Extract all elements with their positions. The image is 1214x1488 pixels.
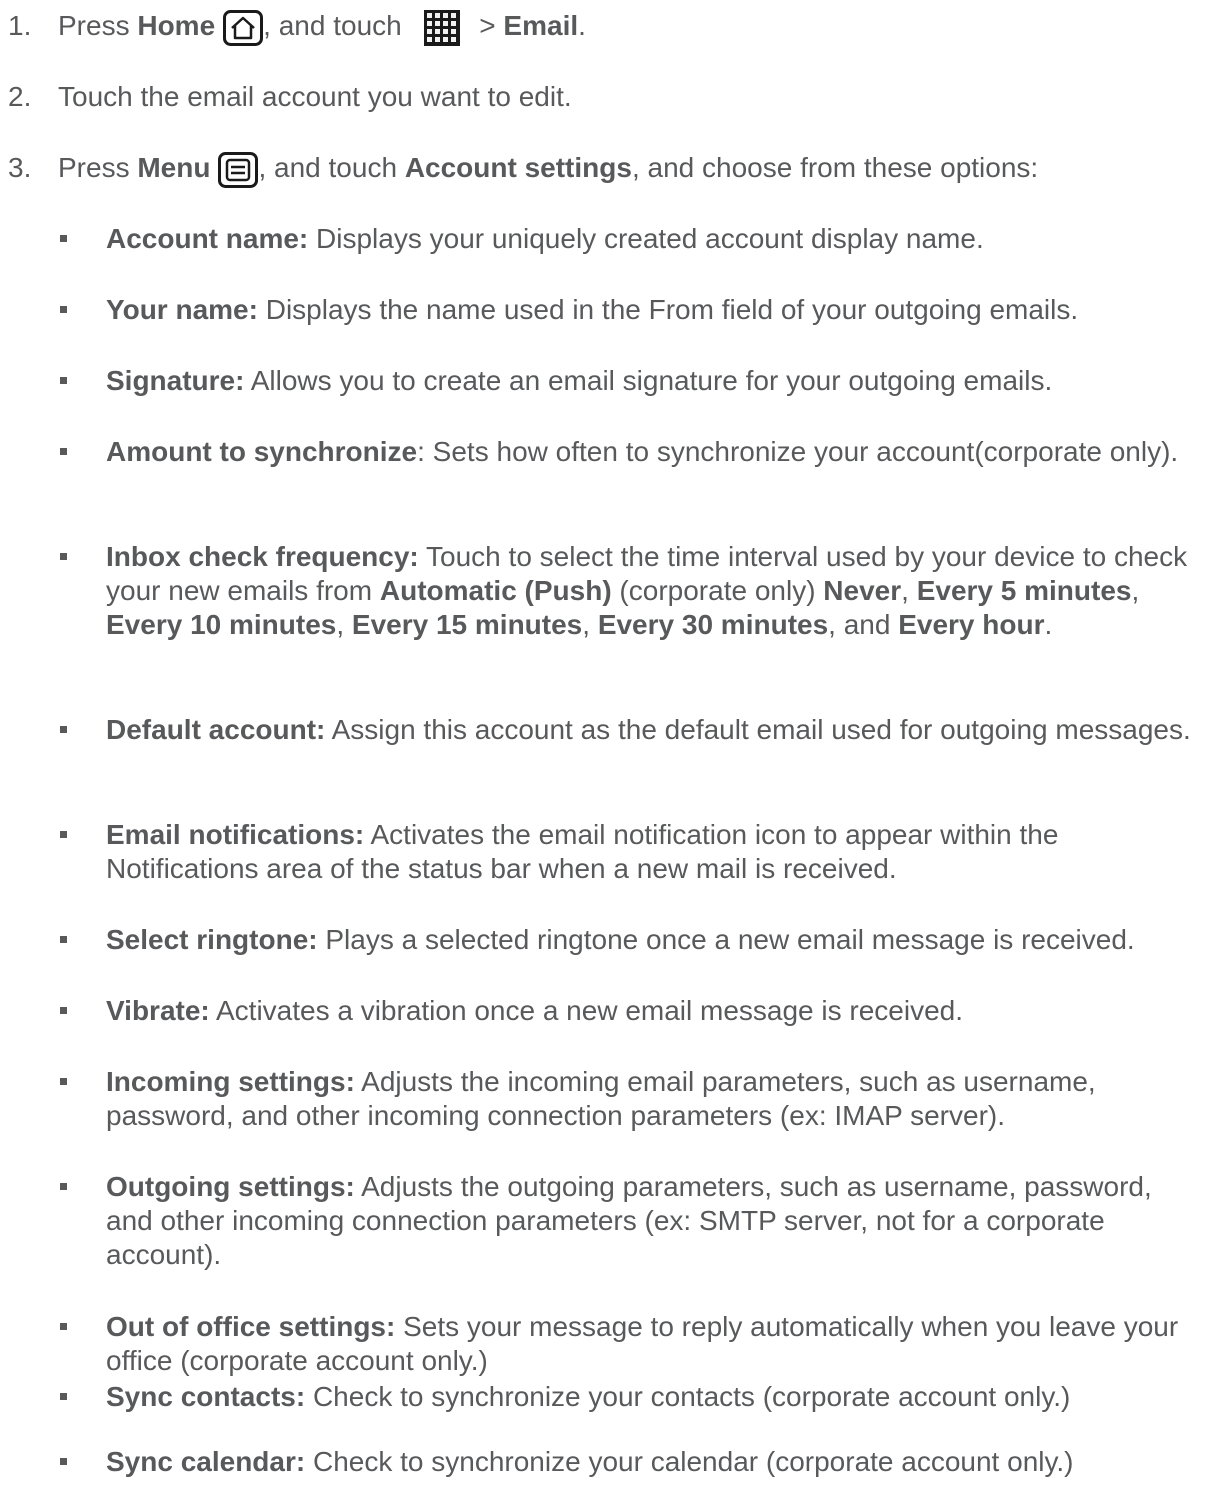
- option-select-ringtone: Select ringtone: Plays a selected ringto…: [58, 923, 1198, 957]
- step-3: 3. Press Menu , and touch Account settings…: [0, 151, 1200, 188]
- option-term: Signature:: [106, 365, 245, 396]
- home-key-label: Home: [137, 10, 216, 41]
- option-description: (corporate only): [611, 575, 824, 606]
- step-text: Press: [58, 152, 138, 183]
- option-vibrate: Vibrate: Activates a vibration once a ne…: [58, 994, 1198, 1028]
- email-app-label: Email: [503, 10, 579, 41]
- option-your-name: Your name: Displays the name used in the…: [58, 293, 1198, 327]
- option-incoming-settings: Incoming settings: Adjusts the incoming …: [58, 1065, 1198, 1133]
- step-text: , and touch: [263, 10, 410, 41]
- bullet-marker: [60, 1323, 67, 1330]
- option-description: Displays your uniquely created account d…: [308, 223, 984, 254]
- step-text: >: [471, 10, 504, 41]
- option-term: Your name:: [106, 294, 258, 325]
- bullet-marker: [60, 1393, 67, 1400]
- option-term: Default account:: [106, 714, 326, 745]
- option-description: , and: [828, 609, 899, 640]
- option-inbox-check-frequency: Inbox check frequency: Touch to select t…: [58, 540, 1198, 642]
- menu-icon: [218, 151, 259, 188]
- step-number: 1.: [8, 10, 32, 41]
- step-text: , and touch: [258, 152, 405, 183]
- option-description: ,: [1131, 575, 1140, 606]
- bullet-marker: [60, 831, 67, 838]
- option-description: Check to synchronize your contacts (corp…: [305, 1381, 1071, 1412]
- step-2: 2. Touch the email account you want to ed…: [0, 80, 1200, 114]
- bullet-marker: [60, 1183, 67, 1190]
- bullet-marker: [60, 235, 67, 242]
- bullet-marker: [60, 726, 67, 733]
- home-icon: [223, 9, 264, 46]
- step-text: , and choose from these options:: [631, 152, 1039, 183]
- option-term: Select ringtone:: [106, 924, 318, 955]
- instruction-document: 1. Press Home , and touch > Email. 2. Touch…: [0, 0, 1214, 1488]
- option-description: Assign this account as the default email…: [325, 714, 1191, 745]
- bullet-marker: [60, 1007, 67, 1014]
- bullet-marker: [60, 553, 67, 560]
- option-term: Inbox check frequency:: [106, 541, 419, 572]
- step-text: .: [578, 10, 586, 41]
- frequency-value: Every 15 minutes: [351, 609, 583, 640]
- option-term: Vibrate:: [106, 995, 210, 1026]
- option-description: Allows you to create an email signature …: [244, 365, 1053, 396]
- step-number: 3.: [8, 152, 32, 183]
- option-default-account: Default account: Assign this account as …: [58, 713, 1198, 747]
- option-description: ,: [901, 575, 917, 606]
- option-outgoing-settings: Outgoing settings: Adjusts the outgoing …: [58, 1170, 1198, 1272]
- option-term: Incoming settings:: [106, 1066, 355, 1097]
- option-amount-to-synchronize: Amount to synchronize: Sets how often to…: [58, 435, 1198, 469]
- option-term: Out of office settings:: [106, 1311, 396, 1342]
- frequency-value: Automatic (Push): [379, 575, 612, 606]
- apps-grid-icon: [423, 9, 460, 46]
- frequency-value: Every 10 minutes: [106, 609, 337, 640]
- option-description: ,: [582, 609, 598, 640]
- frequency-value: Never: [823, 575, 902, 606]
- option-term: Sync calendar:: [106, 1446, 306, 1477]
- option-description: Check to synchronize your calendar (corp…: [305, 1446, 1074, 1477]
- bullet-marker: [60, 448, 67, 455]
- step-text: Press: [58, 10, 138, 41]
- account-settings-label: Account settings: [404, 152, 632, 183]
- frequency-value: Every 30 minutes: [597, 609, 829, 640]
- option-sync-calendar: Sync calendar: Check to synchronize your…: [58, 1445, 1198, 1479]
- option-account-name: Account name: Displays your uniquely cre…: [58, 222, 1198, 256]
- option-description: ,: [336, 609, 352, 640]
- step-1: 1. Press Home , and touch > Email.: [0, 9, 1200, 46]
- bullet-marker: [60, 306, 67, 313]
- option-term: Outgoing settings:: [106, 1171, 355, 1202]
- option-description: Plays a selected ringtone once a new ema…: [317, 924, 1135, 955]
- menu-key-label: Menu: [137, 152, 211, 183]
- bullet-marker: [60, 377, 67, 384]
- option-description: : Sets how often to synchronize your acc…: [417, 436, 1179, 467]
- step-text: Touch the email account you want to edit…: [58, 81, 572, 112]
- option-term: Email notifications:: [106, 819, 365, 850]
- option-sync-contacts: Sync contacts: Check to synchronize your…: [58, 1380, 1198, 1414]
- option-description: Activates a vibration once a new email m…: [209, 995, 964, 1026]
- bullet-marker: [60, 1458, 67, 1465]
- bullet-marker: [60, 1078, 67, 1085]
- option-term: Amount to synchronize: [106, 436, 418, 467]
- option-term: Sync contacts:: [106, 1381, 306, 1412]
- option-email-notifications: Email notifications: Activates the email…: [58, 818, 1198, 886]
- step-number: 2.: [8, 81, 32, 112]
- option-out-of-office-settings: Out of office settings: Sets your messag…: [58, 1310, 1198, 1378]
- bullet-marker: [60, 936, 67, 943]
- option-description: Displays the name used in the From field…: [257, 294, 1079, 325]
- option-term: Account name:: [106, 223, 309, 254]
- option-description: .: [1044, 609, 1053, 640]
- frequency-value: Every hour: [898, 609, 1045, 640]
- option-signature: Signature: Allows you to create an email…: [58, 364, 1198, 398]
- frequency-value: Every 5 minutes: [916, 575, 1132, 606]
